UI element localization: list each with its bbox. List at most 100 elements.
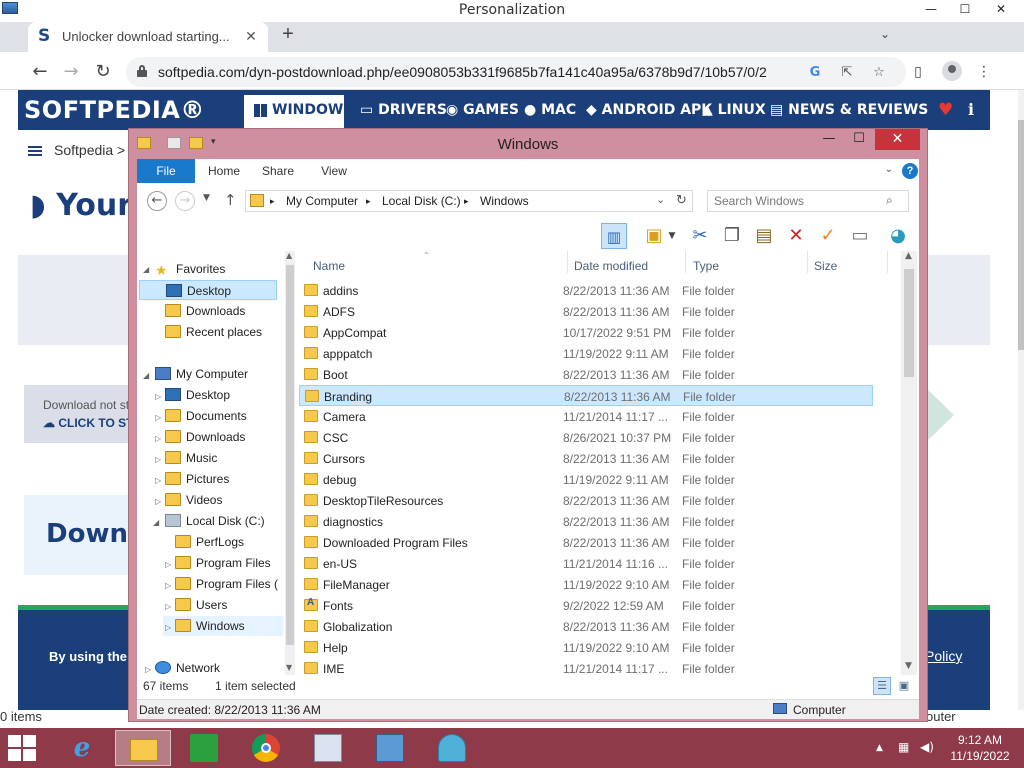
nav-pictures[interactable]: Pictures (165, 469, 229, 489)
next-arrow-icon[interactable] (928, 390, 954, 440)
explorer-address-bar[interactable]: ▸ My Computer ▸ Local Disk (C:) ▸ Window… (245, 190, 693, 212)
chrome-icon[interactable] (238, 730, 294, 766)
details-view-icon[interactable]: ☰ (873, 677, 891, 695)
nav-scrollbar[interactable]: ▲ ▼ (285, 251, 295, 675)
click-to-start-link[interactable]: ☁ CLICK TO ST (43, 416, 133, 430)
column-size[interactable]: Size (814, 259, 837, 273)
collapse-arrow-icon[interactable]: ◢ (143, 265, 149, 274)
nav-music[interactable]: Music (165, 448, 217, 468)
file-row[interactable]: CSC 8/26/2021 10:37 PM File folder (299, 427, 873, 448)
search-input[interactable] (714, 193, 879, 209)
nav-downloads[interactable]: Downloads (165, 427, 245, 447)
expand-arrow-icon[interactable]: ▷ (155, 497, 161, 506)
info-icon[interactable]: i (968, 100, 974, 119)
expand-arrow-icon[interactable]: ▷ (155, 392, 161, 401)
file-row[interactable]: apppatch 11/19/2022 9:11 AM File folder (299, 343, 873, 364)
bookmark-star-icon[interactable]: ☆ (870, 64, 888, 82)
nav-games[interactable]: ◉ GAMES (446, 102, 519, 118)
tab-file[interactable]: File (137, 159, 195, 183)
maximize-button[interactable]: ☐ (950, 0, 980, 20)
nav-desktop[interactable]: Desktop (165, 385, 230, 405)
file-row[interactable]: en-US 11/21/2014 11:16 ... File folder (299, 553, 873, 574)
column-type[interactable]: Type (693, 259, 719, 273)
file-list-scrollbar[interactable]: ▲ ▼ (901, 251, 917, 675)
collapse-arrow-icon[interactable]: ◢ (153, 518, 159, 527)
file-row[interactable]: diagnostics 8/22/2013 11:36 AM File folder (299, 511, 873, 532)
reload-button[interactable]: ↻ (92, 61, 114, 83)
new-tab-button[interactable]: + (278, 24, 298, 44)
file-row[interactable]: IME 11/21/2014 11:17 ... File folder (299, 658, 873, 679)
nav-users[interactable]: Users (175, 595, 227, 615)
column-date-modified[interactable]: Date modified (574, 259, 648, 273)
file-row[interactable]: Camera 11/21/2014 11:17 ... File folder (299, 406, 873, 427)
browser-tab-softpedia[interactable]: S Unlocker download starting... ✕ (28, 22, 268, 52)
copy-icon[interactable]: ❐ (719, 223, 745, 249)
back-button[interactable]: ← (29, 61, 51, 83)
nav-my-computer[interactable]: My Computer (155, 364, 248, 384)
file-row[interactable]: DesktopTileResources 8/22/2013 11:36 AM Fi… (299, 490, 873, 511)
nav-perflogs[interactable]: PerfLogs (175, 532, 244, 552)
performance-monitor-icon[interactable] (300, 730, 356, 766)
organize-dropdown-icon[interactable]: ▼ (665, 223, 679, 249)
heart-icon[interactable]: ♥ (938, 100, 953, 120)
volume-icon[interactable]: ◀) (920, 740, 934, 754)
collapse-arrow-icon[interactable]: ◢ (143, 371, 149, 380)
nav-windows[interactable]: Windows (163, 616, 283, 636)
file-row[interactable]: Branding 8/22/2013 11:36 AM File folder (299, 385, 873, 406)
profile-avatar-icon[interactable] (942, 61, 962, 81)
share-icon[interactable]: ⇱ (838, 64, 856, 82)
column-name[interactable]: Name (313, 259, 345, 273)
file-row[interactable]: Fonts 9/2/2022 12:59 AM File folder (299, 595, 873, 616)
expand-arrow-icon[interactable]: ▷ (165, 581, 171, 590)
nav-drivers[interactable]: ▭ DRIVERS (360, 102, 447, 118)
minimize-button[interactable]: — (916, 0, 946, 20)
forward-arrow-icon[interactable]: → (175, 191, 195, 211)
paste-icon[interactable]: ▤ (751, 223, 777, 249)
tab-view[interactable]: View (309, 159, 359, 183)
expand-arrow-icon[interactable]: ▷ (165, 623, 171, 632)
file-row[interactable]: Help 11/19/2022 9:10 AM File folder (299, 637, 873, 658)
chevron-down-icon[interactable]: ⌄ (882, 163, 896, 177)
explorer-close-button[interactable]: ✕ (875, 129, 920, 150)
internet-explorer-icon[interactable]: e (54, 730, 110, 766)
start-button[interactable] (8, 735, 38, 761)
rename-icon[interactable]: ▭ (847, 223, 873, 249)
tab-share[interactable]: Share (253, 159, 303, 183)
nav-local-disk[interactable]: Local Disk (C:) (165, 511, 265, 531)
privacy-policy-link[interactable]: Policy (925, 648, 962, 664)
expand-arrow-icon[interactable]: ▷ (155, 476, 161, 485)
nav-network[interactable]: Network (155, 658, 220, 678)
seashell-icon[interactable] (424, 730, 480, 766)
user-icon[interactable] (990, 102, 1002, 116)
nav-desktop-favorite[interactable]: Desktop (139, 280, 277, 300)
url-text[interactable]: softpedia.com/dyn-postdownload.php/ee090… (158, 64, 767, 80)
close-button[interactable]: ✕ (986, 0, 1016, 20)
nav-downloads-favorite[interactable]: Downloads (165, 301, 245, 321)
large-icons-view-icon[interactable]: ▣ (895, 677, 913, 695)
softpedia-logo[interactable]: SOFTPEDIA® (24, 96, 205, 124)
up-arrow-icon[interactable]: ↑ (224, 191, 237, 209)
file-row[interactable]: ADFS 8/22/2013 11:36 AM File folder (299, 301, 873, 322)
refresh-icon[interactable]: ↻ (676, 193, 687, 208)
tab-search-icon[interactable]: ⌄ (876, 27, 894, 45)
store-icon[interactable] (176, 730, 232, 766)
file-row[interactable]: debug 11/19/2022 9:11 AM File folder (299, 469, 873, 490)
address-bar[interactable]: softpedia.com/dyn-postdownload.php/ee090… (126, 57, 906, 87)
expand-arrow-icon[interactable]: ▷ (165, 602, 171, 611)
file-row[interactable]: addins 8/22/2013 11:36 AM File folder (299, 280, 873, 301)
expand-arrow-icon[interactable]: ▷ (145, 665, 151, 674)
tab-close-icon[interactable]: ✕ (242, 27, 260, 45)
file-row[interactable]: AppCompat 10/17/2022 9:51 PM File folder (299, 322, 873, 343)
expand-arrow-icon[interactable]: ▷ (155, 413, 161, 422)
forward-button[interactable]: → (60, 61, 82, 83)
expand-arrow-icon[interactable]: ▷ (165, 560, 171, 569)
menu-icon[interactable] (28, 150, 42, 153)
explorer-minimize-button[interactable]: — (815, 129, 843, 151)
back-arrow-icon[interactable]: ← (147, 191, 167, 211)
tab-home[interactable]: Home (199, 159, 249, 183)
shell-icon[interactable]: ◕ (885, 223, 911, 249)
organize-icon[interactable]: ▣ (641, 223, 667, 249)
google-translate-icon[interactable]: G (806, 64, 824, 82)
search-box[interactable]: ⌕ (707, 190, 909, 212)
show-hidden-icons-icon[interactable]: ▲ (876, 743, 883, 753)
